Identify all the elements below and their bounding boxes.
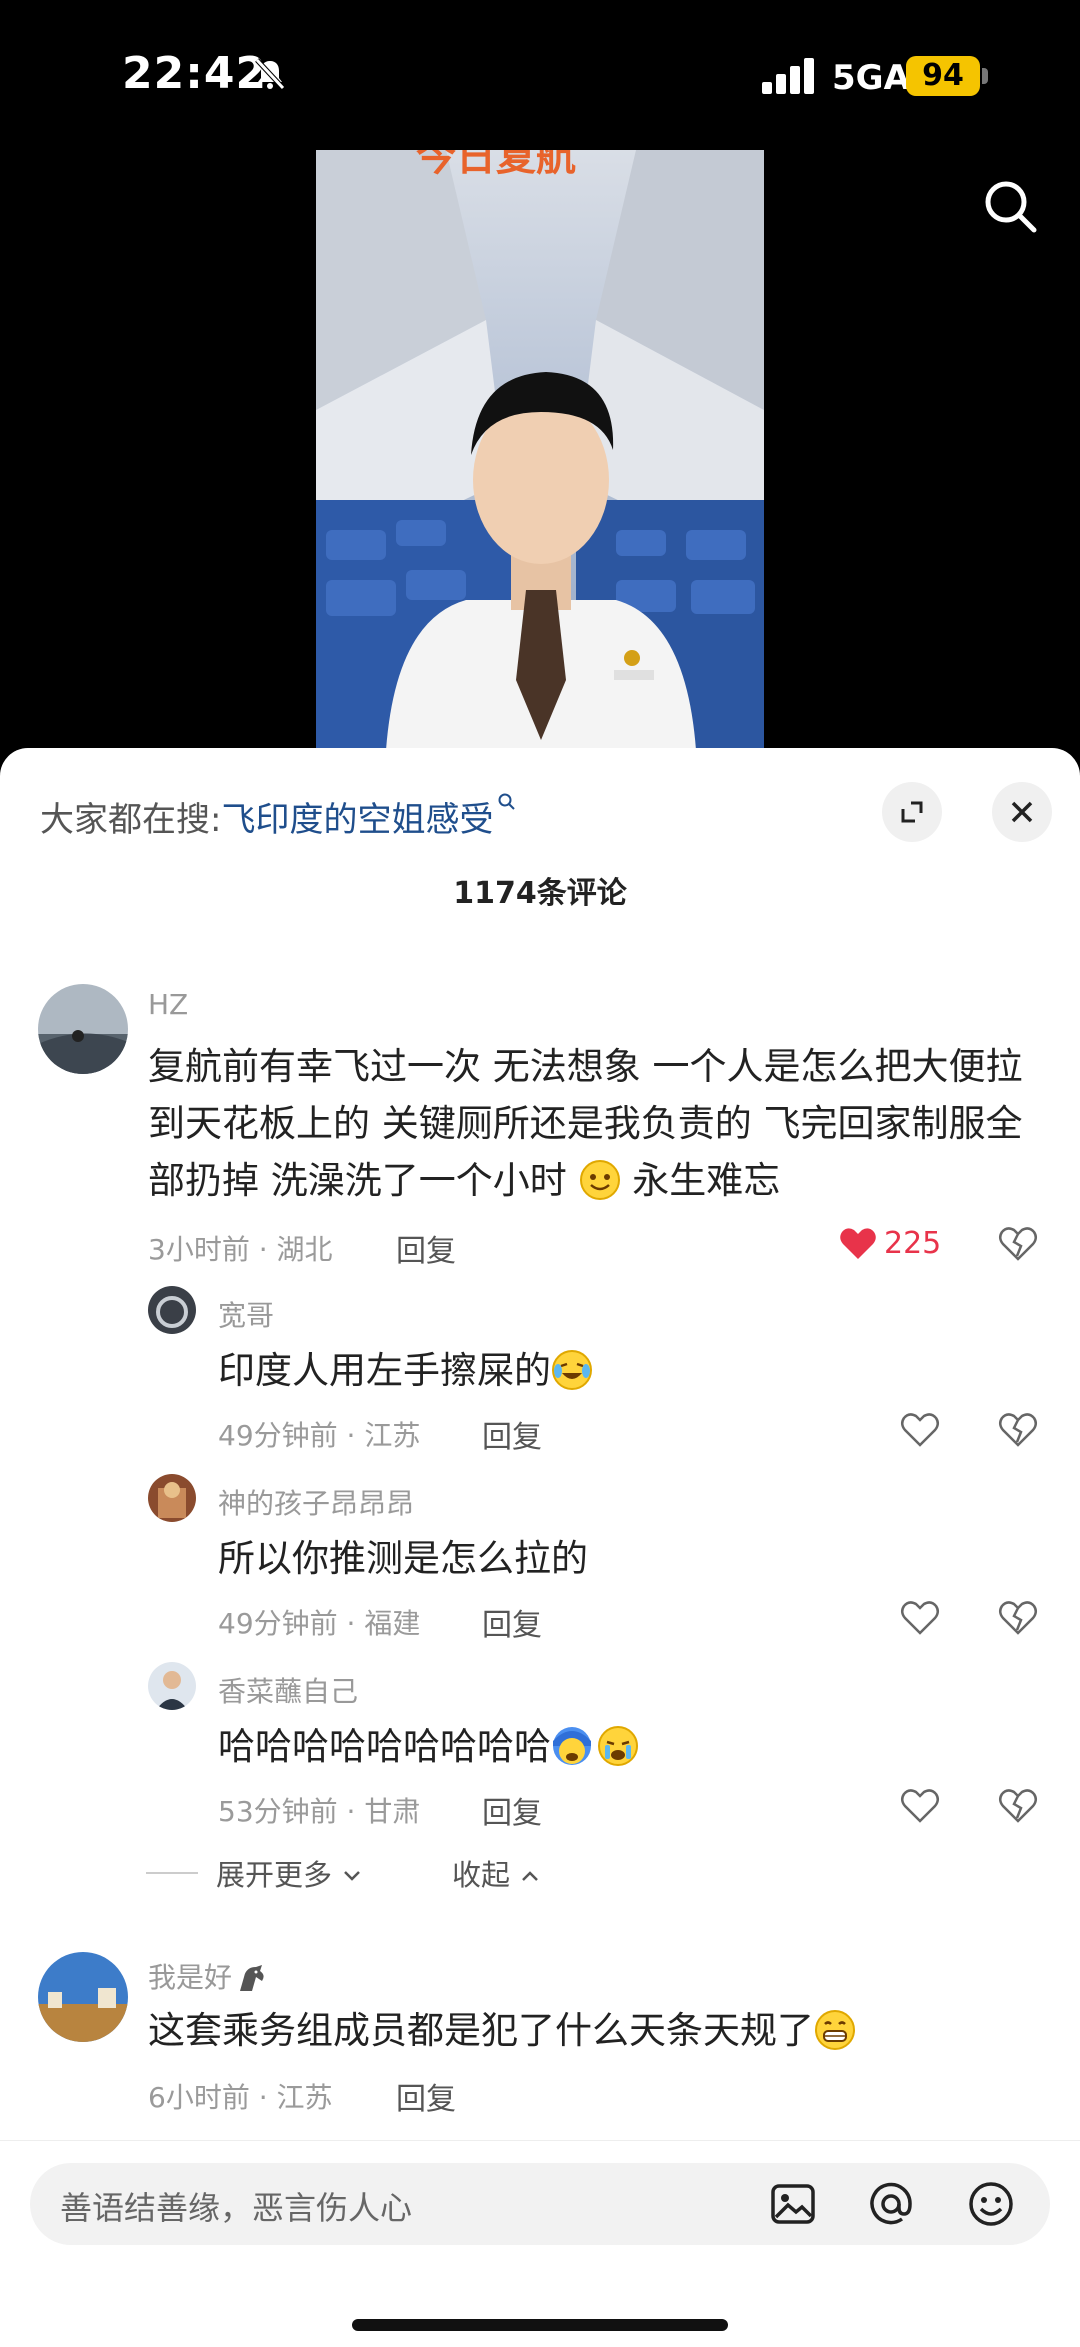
video-banner-text: 今日复航	[416, 150, 576, 180]
search-small-icon	[498, 793, 516, 810]
chevron-down-icon	[344, 1871, 361, 1881]
search-icon[interactable]	[980, 176, 1040, 236]
collapse-label: 收起	[452, 1858, 511, 1892]
network-label: 5GA	[832, 58, 910, 98]
battery-level: 94	[906, 56, 980, 96]
collapse-button[interactable]: 收起	[452, 1852, 541, 1894]
reply-button[interactable]: 回复	[396, 2074, 456, 2118]
hot-search[interactable]: 大家都在搜:飞印度的空姐感受	[40, 792, 517, 841]
fullscreen-button[interactable]	[882, 782, 942, 842]
smile-emoji-icon	[579, 1160, 620, 1200]
home-indicator[interactable]	[352, 2319, 728, 2331]
comment-text: 复航前有幸飞过一次 无法想象 一个人是怎么把大便拉到天花板上的 关键厕所还是我负…	[148, 1038, 1048, 1209]
comment-username[interactable]: 我是好	[148, 1961, 232, 1994]
mute-bell-icon	[255, 58, 285, 90]
comment-meta: 6小时前 · 江苏	[148, 2081, 333, 2114]
avatar[interactable]	[38, 984, 128, 1074]
close-button[interactable]	[992, 782, 1052, 842]
comment-username[interactable]: HZ	[148, 988, 188, 1021]
emoji-icon[interactable]	[966, 2179, 1016, 2229]
loudly-crying-emoji-icon	[553, 1727, 591, 1765]
heart-outline-icon[interactable]	[900, 1786, 940, 1826]
crying-emoji-icon	[598, 1726, 638, 1766]
heart-outline-icon[interactable]	[900, 1410, 940, 1450]
comment-input-placeholder: 善语结善缘，恶言伤人心	[60, 2189, 413, 2227]
mention-icon[interactable]	[866, 2179, 916, 2229]
video-player[interactable]: 今日复航	[316, 150, 764, 750]
reply-button[interactable]: 回复	[482, 1600, 542, 1644]
reply-text: 哈哈哈哈哈哈哈哈哈	[218, 1718, 639, 1775]
comment-text-body: 这套乘务组成员都是犯了什么天条天规了	[148, 2009, 814, 2052]
laugh-cry-emoji-icon	[552, 1350, 592, 1390]
hot-search-prefix: 大家都在搜:	[40, 800, 222, 840]
clock: 22:42	[122, 48, 268, 99]
close-icon	[1011, 801, 1033, 823]
grin-emoji-icon	[815, 2010, 855, 2050]
hot-search-query[interactable]: 飞印度的空姐感受	[221, 800, 493, 840]
expand-label: 展开更多	[216, 1858, 333, 1892]
comment-composer: 善语结善缘，恶言伤人心	[0, 2140, 1080, 2347]
comment-meta: 3小时前 · 湖北	[148, 1233, 333, 1266]
divider	[146, 1872, 198, 1874]
comment-username-row[interactable]: 我是好	[148, 1956, 268, 1996]
chevron-up-icon	[522, 1871, 539, 1881]
comment-count: 1174条评论	[453, 876, 627, 911]
reply-meta: 49分钟前 · 江苏	[218, 1419, 421, 1452]
video-frame	[316, 150, 764, 750]
expand-icon	[901, 801, 923, 823]
dislike-icon[interactable]	[998, 1224, 1038, 1264]
reply-meta: 53分钟前 · 甘肃	[218, 1795, 421, 1828]
comment-text-tail: 永生难忘	[620, 1159, 781, 1202]
reply-button[interactable]: 回复	[482, 1412, 542, 1456]
comment-sheet: 大家都在搜:飞印度的空姐感受 1174条评论 HZ 复航前有幸飞过一次 无法想象…	[0, 748, 1080, 2346]
reply-text: 印度人用左手擦屎的	[218, 1342, 593, 1399]
heart-outline-icon[interactable]	[900, 1598, 940, 1638]
heart-filled-icon[interactable]	[838, 1224, 878, 1264]
avatar[interactable]	[148, 1662, 196, 1710]
reply-username[interactable]: 香菜蘸自己	[218, 1670, 358, 1710]
reply-text: 所以你推测是怎么拉的	[218, 1537, 588, 1580]
reply-button[interactable]: 回复	[482, 1788, 542, 1832]
reply-username[interactable]: 神的孩子昂昂昂	[218, 1482, 414, 1522]
reply-text-body: 印度人用左手擦屎的	[218, 1349, 551, 1392]
reply-username[interactable]: 宽哥	[218, 1294, 274, 1334]
image-icon[interactable]	[768, 2179, 818, 2229]
signal-icon	[762, 58, 814, 94]
reply-button[interactable]: 回复	[396, 1226, 456, 1270]
reply-meta: 49分钟前 · 福建	[218, 1607, 421, 1640]
comment-text: 这套乘务组成员都是犯了什么天条天规了	[148, 2002, 856, 2059]
status-bar: 22:42 5GA 94	[0, 0, 1080, 150]
dislike-icon[interactable]	[998, 1786, 1038, 1826]
like-count: 225	[884, 1226, 942, 1261]
expand-more-button[interactable]: 展开更多	[216, 1852, 363, 1894]
avatar[interactable]	[38, 1952, 128, 2042]
avatar[interactable]	[148, 1474, 196, 1522]
battery-tip	[982, 68, 988, 84]
dislike-icon[interactable]	[998, 1598, 1038, 1638]
dislike-icon[interactable]	[998, 1410, 1038, 1450]
horse-emoji-icon	[240, 1965, 264, 1991]
reply-text-body: 哈哈哈哈哈哈哈哈哈	[218, 1725, 551, 1768]
avatar[interactable]	[148, 1286, 196, 1334]
